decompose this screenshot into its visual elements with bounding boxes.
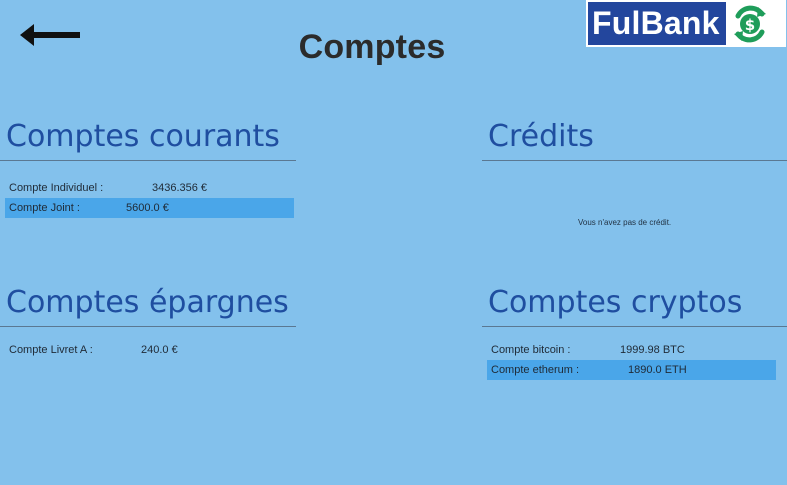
section-title: Crédits [488,119,594,154]
section-title: Comptes cryptos [488,285,743,320]
svg-text:$: $ [744,16,754,34]
account-row-individuel[interactable]: Compte Individuel : 3436.356 € [5,178,294,198]
section-title: Comptes épargnes [6,285,289,320]
divider [0,160,296,161]
account-balance: 1999.98 BTC [620,344,685,356]
divider [482,326,787,327]
account-row-joint[interactable]: Compte Joint : 5600.0 € [5,198,294,218]
account-row-etherum[interactable]: Compte etherum : 1890.0 ETH [487,360,776,380]
no-credit-message: Vous n'avez pas de crédit. [578,218,672,227]
account-balance: 1890.0 ETH [628,364,687,376]
section-comptes-cryptos: Comptes cryptos [482,286,787,327]
account-label: Compte Joint : [9,202,80,214]
divider [0,326,296,327]
account-row-livret-a[interactable]: Compte Livret A : 240.0 € [5,340,294,360]
fulbank-logo: FulBank $ [586,0,786,47]
divider [482,160,787,161]
account-balance: 3436.356 € [152,182,208,194]
section-comptes-courants: Comptes courants [0,120,296,161]
section-comptes-epargnes: Comptes épargnes [0,286,296,327]
section-credits: Crédits [482,120,787,161]
account-balance: 240.0 € [141,344,178,356]
logo-text: FulBank [588,2,726,45]
account-label: Compte bitcoin : [491,344,571,356]
account-label: Compte etherum : [491,364,580,376]
account-row-bitcoin[interactable]: Compte bitcoin : 1999.98 BTC [487,340,776,360]
section-title: Comptes courants [6,119,280,154]
account-balance: 5600.0 € [126,202,169,214]
dollar-refresh-icon: $ [733,5,766,42]
account-label: Compte Livret A : [9,344,93,356]
account-label: Compte Individuel : [9,182,104,194]
